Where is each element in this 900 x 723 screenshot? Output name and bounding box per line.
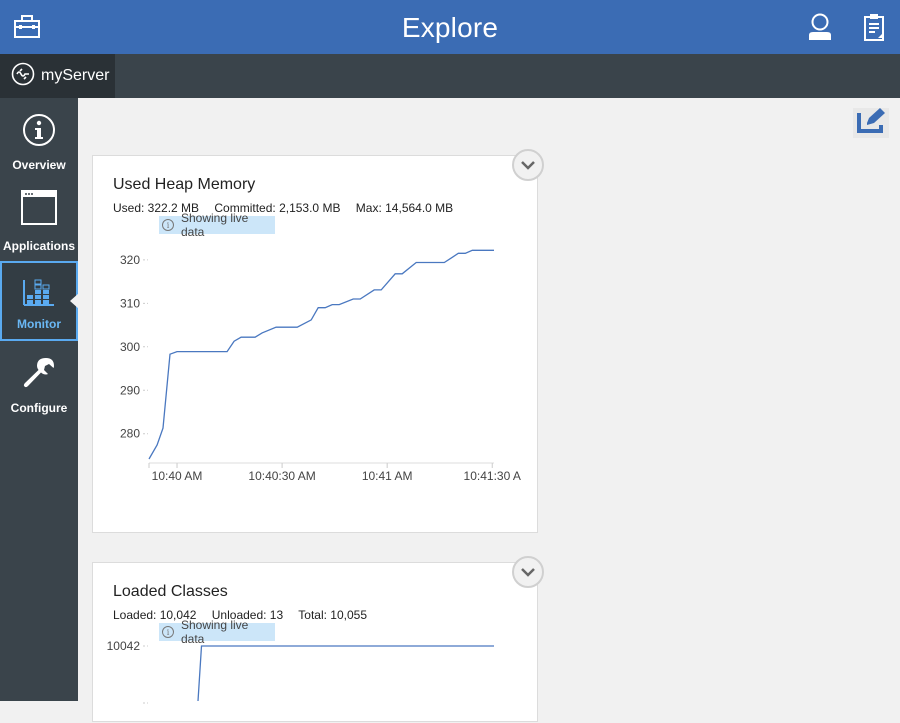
sidebar-item-overview[interactable]: Overview	[0, 100, 78, 180]
sidebar-item-label: Applications	[0, 239, 78, 253]
info-icon	[0, 110, 78, 150]
edit-icon	[855, 107, 887, 140]
sidebar: Overview Applications Monitor Configure	[0, 98, 78, 701]
page-title: Explore	[0, 12, 900, 44]
sidebar-item-monitor[interactable]: Monitor	[0, 261, 78, 341]
series-line-used-heap	[149, 250, 494, 459]
x-tick-label: 10:41 AM	[362, 469, 413, 483]
window-icon	[0, 187, 78, 227]
sidebar-item-applications[interactable]: Applications	[0, 181, 78, 261]
loaded-classes-card: Loaded Classes Loaded: 10,042 Unloaded: …	[92, 562, 538, 722]
collapse-button[interactable]	[512, 556, 544, 588]
edit-layout-button[interactable]	[853, 108, 889, 138]
user-icon[interactable]	[803, 10, 837, 44]
bar-chart-icon	[2, 273, 76, 313]
server-selector[interactable]: myServer	[0, 54, 115, 98]
collapse-button[interactable]	[512, 149, 544, 181]
server-sync-icon	[11, 62, 41, 91]
y-tick-label: 10042	[107, 639, 141, 653]
sidebar-item-configure[interactable]: Configure	[0, 343, 78, 423]
series-line-loaded-classes	[198, 646, 494, 701]
y-tick-label: 310	[120, 296, 140, 310]
heap-memory-card: Used Heap Memory Used: 322.2 MB Committe…	[92, 155, 538, 533]
sidebar-item-label: Configure	[0, 401, 78, 415]
chevron-down-icon	[520, 160, 536, 170]
clipboard-icon[interactable]	[857, 10, 891, 44]
server-bar: myServer	[0, 54, 900, 98]
y-tick-label: 290	[120, 383, 140, 397]
wrench-icon	[0, 353, 78, 393]
x-tick-label: 10:40:30 AM	[248, 469, 315, 483]
y-tick-label: 280	[120, 427, 140, 441]
sidebar-item-label: Overview	[0, 158, 78, 172]
app-header: Explore	[0, 0, 900, 54]
y-tick-label: 300	[120, 340, 140, 354]
chevron-down-icon	[520, 567, 536, 577]
sidebar-item-label: Monitor	[2, 317, 76, 331]
server-name: myServer	[41, 67, 109, 85]
heap-memory-chart: 280 290 300 310 320 10:40 AM 10:40:30 AM 10:41 …	[93, 156, 539, 534]
y-tick-label: 320	[120, 253, 140, 267]
x-tick-label: 10:40 AM	[152, 469, 203, 483]
loaded-classes-chart: 10042	[93, 563, 539, 723]
x-tick-label: 10:41:30 A	[464, 469, 521, 483]
active-indicator-arrow	[70, 293, 79, 309]
